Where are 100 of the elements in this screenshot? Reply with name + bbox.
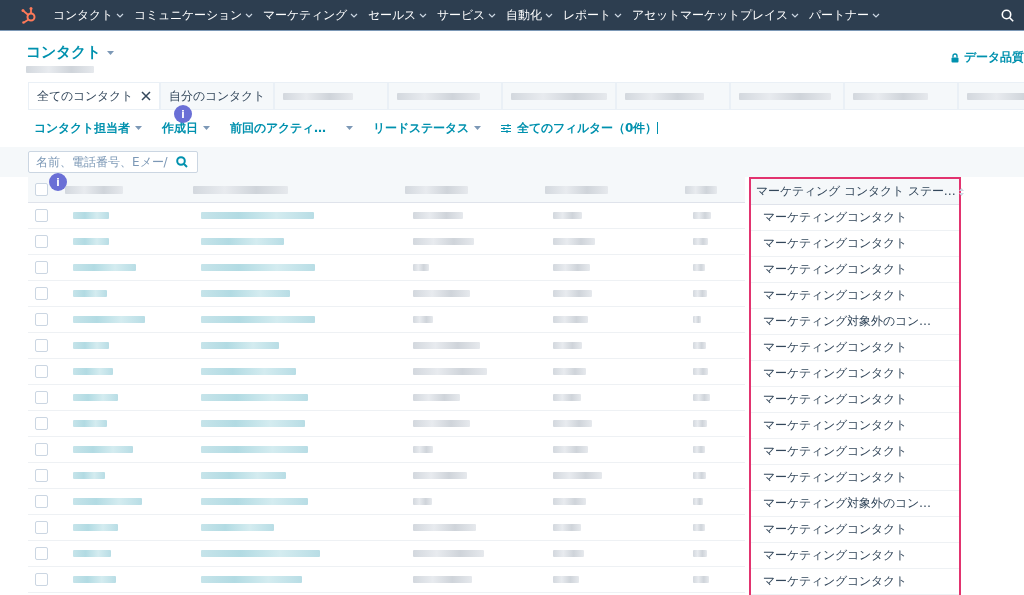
checkbox[interactable] bbox=[35, 365, 48, 378]
filter-dropdown[interactable]: リードステータス bbox=[373, 119, 481, 137]
chevron-down-icon bbox=[872, 12, 880, 18]
blurred-text bbox=[413, 524, 476, 531]
checkbox[interactable] bbox=[35, 417, 48, 430]
blurred-text bbox=[553, 472, 602, 479]
blurred-text bbox=[73, 316, 145, 323]
blurred-text bbox=[73, 498, 142, 505]
blurred-text bbox=[73, 420, 107, 427]
blurred-text bbox=[553, 316, 588, 323]
chevron-down-icon bbox=[350, 12, 358, 18]
table-cell: マーケティングコンタクト bbox=[763, 209, 907, 226]
checkbox[interactable] bbox=[35, 521, 48, 534]
checkbox[interactable] bbox=[35, 339, 48, 352]
view-tab[interactable] bbox=[389, 83, 503, 109]
blurred-text bbox=[553, 238, 595, 245]
table-cell: マーケティングコンタクト bbox=[763, 261, 907, 278]
blurred-text bbox=[553, 524, 581, 531]
filter-dropdown[interactable]: コンタクト担当者 bbox=[34, 119, 142, 137]
blurred-text bbox=[413, 394, 460, 401]
filter-dropdown[interactable]: 前回のアクティ… bbox=[230, 119, 353, 137]
blurred-text bbox=[73, 342, 109, 349]
table-cell: マーケティングコンタクト bbox=[763, 235, 907, 252]
checkbox[interactable] bbox=[35, 573, 48, 586]
caret-icon bbox=[107, 50, 114, 55]
all-filters-button[interactable]: 全てのフィルター（0件） bbox=[501, 119, 658, 137]
view-tab[interactable]: 全てのコンタクト bbox=[28, 83, 161, 109]
sprocket-logo-icon[interactable] bbox=[20, 6, 38, 24]
blurred-text bbox=[283, 92, 353, 100]
data-quality-link[interactable]: データ品質 bbox=[951, 49, 1024, 66]
blurred-text bbox=[693, 290, 707, 297]
checkbox[interactable] bbox=[35, 495, 48, 508]
table-cell: マーケティングコンタクト bbox=[763, 287, 907, 304]
chevron-down-icon bbox=[116, 12, 124, 18]
blurred-text bbox=[553, 290, 592, 297]
search-field[interactable]: 名前、電話番号、Eメー/ bbox=[28, 151, 198, 173]
table-cell: マーケティングコンタクト bbox=[763, 417, 907, 434]
blurred-text bbox=[693, 212, 711, 219]
checkbox[interactable] bbox=[35, 313, 48, 326]
checkbox[interactable] bbox=[35, 183, 48, 196]
nav-menu-item[interactable]: サービス bbox=[432, 3, 501, 27]
table-cell: マーケティングコンタクト bbox=[763, 365, 907, 382]
blurred-text bbox=[413, 212, 463, 219]
search-icon[interactable] bbox=[1001, 8, 1014, 22]
text-cursor bbox=[657, 122, 659, 134]
blurred-text bbox=[73, 524, 118, 531]
nav-menu-item[interactable]: セールス bbox=[363, 3, 432, 27]
nav-menu-item[interactable]: 自動化 bbox=[501, 3, 558, 27]
close-icon[interactable] bbox=[141, 91, 151, 101]
nav-menu-item[interactable]: コミュニケーション bbox=[129, 3, 258, 27]
view-tab[interactable] bbox=[617, 83, 731, 109]
checkbox[interactable] bbox=[35, 261, 48, 274]
view-tab[interactable] bbox=[731, 83, 845, 109]
nav-menu-item[interactable]: パートナー bbox=[804, 3, 885, 27]
checkbox[interactable] bbox=[35, 469, 48, 482]
table-cell: マーケティングコンタクト bbox=[763, 391, 907, 408]
blurred-text bbox=[545, 185, 608, 194]
search-icon bbox=[176, 156, 188, 168]
blurred-text bbox=[73, 446, 133, 453]
table-cell: マーケティングコンタクト bbox=[763, 443, 907, 460]
checkbox[interactable] bbox=[35, 443, 48, 456]
checkbox[interactable] bbox=[35, 547, 48, 560]
view-tab[interactable]: 自分のコンタクト bbox=[161, 83, 275, 109]
blurred-text bbox=[693, 550, 707, 557]
blurred-text bbox=[413, 498, 432, 505]
view-tab[interactable] bbox=[275, 83, 389, 109]
blurred-text bbox=[553, 550, 584, 557]
view-tab[interactable] bbox=[503, 83, 617, 109]
checkbox[interactable] bbox=[35, 209, 48, 222]
blurred-text bbox=[553, 342, 582, 349]
blurred-text bbox=[26, 66, 94, 73]
table-cell: マーケティング対象外のコン… bbox=[763, 495, 931, 512]
blurred-text bbox=[693, 446, 705, 453]
lock-icon bbox=[951, 52, 959, 63]
checkbox[interactable] bbox=[35, 287, 48, 300]
table-cell: マーケティングコンタクト bbox=[763, 521, 907, 538]
blurred-text bbox=[73, 290, 107, 297]
blurred-text bbox=[553, 212, 582, 219]
column-header[interactable]: マーケティング コンタクト ステー… bbox=[756, 183, 964, 200]
blurred-text bbox=[413, 420, 470, 427]
blurred-text bbox=[405, 185, 468, 194]
blurred-text bbox=[413, 238, 474, 245]
blurred-text bbox=[73, 394, 118, 401]
blurred-text bbox=[73, 212, 109, 219]
page-title-dropdown[interactable]: コンタクト bbox=[26, 43, 114, 62]
view-tab[interactable] bbox=[845, 83, 959, 109]
blurred-text bbox=[73, 576, 116, 583]
blurred-text bbox=[413, 342, 480, 349]
blurred-text bbox=[73, 368, 113, 375]
checkbox[interactable] bbox=[35, 391, 48, 404]
checkbox[interactable] bbox=[35, 235, 48, 248]
nav-menu-item[interactable]: マーケティング bbox=[258, 3, 363, 27]
blurred-text bbox=[693, 316, 701, 323]
nav-menu-item[interactable]: コンタクト bbox=[48, 3, 129, 27]
table-cell: マーケティングコンタクト bbox=[763, 573, 907, 590]
blurred-text bbox=[693, 420, 707, 427]
nav-menu-item[interactable]: レポート bbox=[558, 3, 627, 27]
nav-menu-item[interactable]: アセットマーケットプレイス bbox=[627, 3, 804, 27]
blurred-text bbox=[553, 368, 586, 375]
blurred-text bbox=[73, 472, 105, 479]
